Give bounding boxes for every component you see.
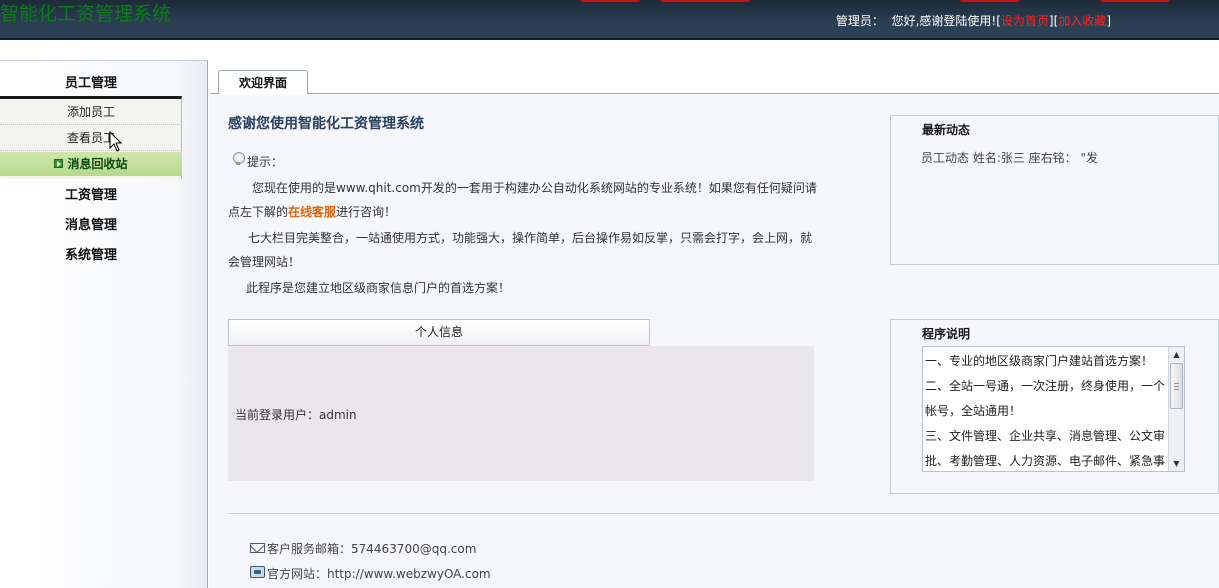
bracket: ] [1106,14,1111,28]
greeting-text: 您好,感谢登陆使用! [891,14,997,28]
header-decoration [580,0,640,2]
header-decoration [960,0,1020,2]
footer-email: 客户服务邮箱：574463700@qq.com [250,540,476,557]
sidebar: 员工管理 添加员工 查看员工 消息回收站 工资管理 消息管理 系统管理 [0,60,208,588]
main-content: 感谢您使用智能化工资管理系统 提示： 您现在使用的是www.qhit.com开发… [210,95,1219,588]
tab-strip: 欢迎界面 [210,70,1219,95]
program-line: 一、专业的地区级商家门户建站首选方案！ [925,354,1154,368]
phone-icon [250,566,265,578]
app-title: 智能化工资管理系统 [0,3,172,25]
intro-paragraph-2: 七大栏目完美整合，一站通使用方式，功能强大，操作简单，后台操作易如反掌，只需会打… [228,231,813,269]
program-line: 三、文件管理、企业共享、消息管理、公文审批、考勤管理、人力资源、电子邮件、紧急事 [925,429,1166,468]
program-title: 程序说明 [922,327,971,341]
mail-icon [250,543,265,553]
news-panel: 最新动态 员工动态 姓名:张三 座右铭： "发 [890,115,1219,265]
current-user-text: 当前登录用户：admin [235,408,357,422]
sidebar-item-salary-mgmt[interactable]: 工资管理 [0,184,182,203]
program-description-box[interactable]: 一、专业的地区级商家门户建站首选方案！ 二、全站一号通，一次注册，终身使用，一个… [922,346,1185,472]
intro-text-end: 进行咨询！ [336,205,397,219]
scrollbar-thumb[interactable] [1170,363,1183,409]
program-line: 二、全站一号通，一次注册，终身使用，一个帐号，全站通用！ [925,379,1166,418]
website-label[interactable]: 官方网站：http://www.webzwyOA.com [267,567,491,581]
add-favorite-link[interactable]: 加入收藏 [1058,14,1106,28]
welcome-bar: 管理员： 您好,感谢登陆使用![设为首页][加入收藏] [836,12,1111,29]
mouse-cursor-icon [109,131,123,152]
hint-row: 提示： [232,152,283,170]
header-decoration [660,0,750,2]
arrow-right-icon [54,159,64,168]
scrollbar-grip [1174,383,1179,390]
role-label: 管理员： [835,14,884,28]
tab-welcome[interactable]: 欢迎界面 [218,70,308,95]
scroll-up-icon[interactable]: ▲ [1169,347,1184,362]
footer-website: 官方网站：http://www.webzwyOA.com [250,565,491,582]
sidebar-item-recycle-bin[interactable]: 消息回收站 [0,152,182,176]
personal-info-body: 当前登录用户：admin [228,346,814,481]
news-title: 最新动态 [922,123,971,137]
news-item[interactable]: 员工动态 姓名:张三 座右铭： "发 [921,149,1098,166]
hint-label: 提示： [247,155,284,169]
recycle-bin-label: 消息回收站 [67,157,128,171]
online-service-link[interactable]: 在线客服 [288,205,336,219]
footer-divider [228,513,1219,514]
employee-submenu: 添加员工 查看员工 消息回收站 [0,96,182,179]
vertical-scrollbar[interactable]: ▲ ▼ [1168,347,1184,471]
sidebar-item-system-mgmt[interactable]: 系统管理 [0,244,182,263]
intro-paragraph-3: 此程序是您建立地区级商家信息门户的首选方案！ [246,281,511,295]
set-home-link[interactable]: 设为首页 [1001,14,1049,28]
personal-info-header: 个人信息 [228,319,650,346]
sidebar-item-employee-mgmt[interactable]: 员工管理 [0,72,182,91]
intro-paragraph-1: 您现在使用的是www.qhit.com开发的一套用于构建办公自动化系统网站的专业… [228,176,818,224]
sidebar-item-view-employee[interactable]: 查看员工 [0,125,182,151]
page-title: 感谢您使用智能化工资管理系统 [228,116,424,132]
program-panel: 程序说明 一、专业的地区级商家门户建站首选方案！ 二、全站一号通，一次注册，终身… [890,319,1219,494]
email-label: 客户服务邮箱：574463700@qq.com [267,542,477,556]
sidebar-item-add-employee[interactable]: 添加员工 [0,99,182,125]
header-decoration [1100,0,1170,2]
top-header: 智能化工资管理系统 管理员： 您好,感谢登陆使用![设为首页][加入收藏] [0,0,1219,40]
program-description-text: 一、专业的地区级商家门户建站首选方案！ 二、全站一号通，一次注册，终身使用，一个… [925,349,1167,471]
bulb-icon [232,152,245,166]
header-gap [0,40,1219,60]
sidebar-item-message-mgmt[interactable]: 消息管理 [0,214,182,233]
scroll-down-icon[interactable]: ▼ [1169,456,1184,471]
